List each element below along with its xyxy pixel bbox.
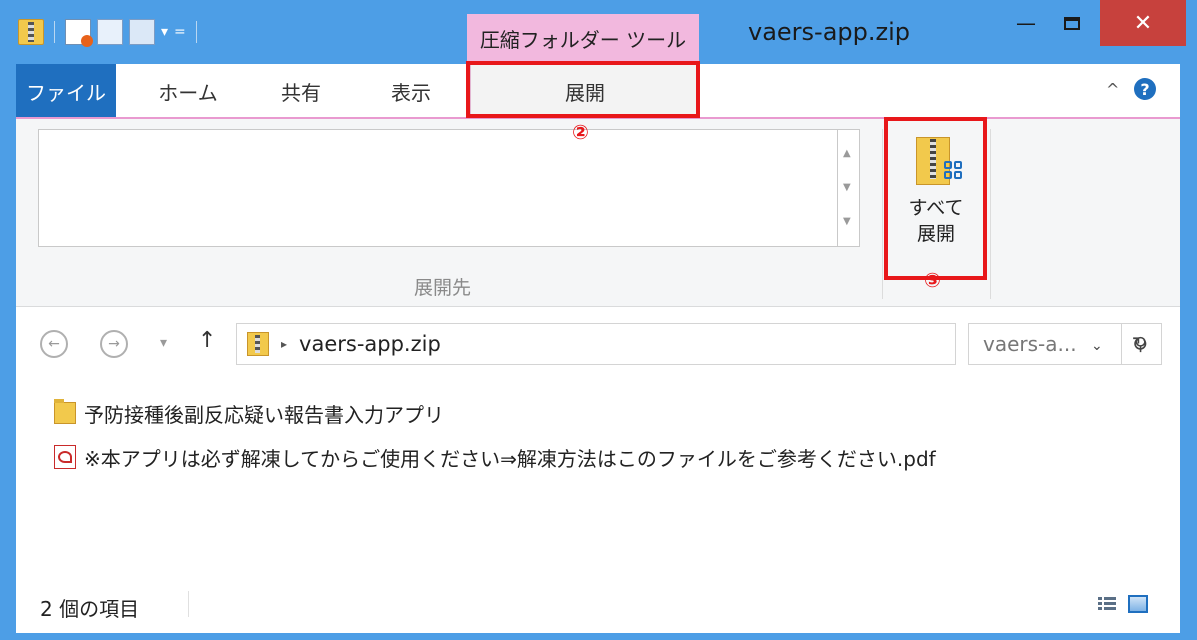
- qat-separator: [195, 21, 197, 43]
- breadcrumb-path[interactable]: vaers-app.zip: [299, 332, 441, 356]
- file-name[interactable]: 予防接種後副反応疑い報告書入力アプリ: [84, 399, 444, 428]
- item-count: 2 個の項目: [40, 597, 140, 621]
- extract-destination-list[interactable]: [38, 129, 838, 247]
- list-item[interactable]: 予防接種後副反応疑い報告書入力アプリ: [54, 397, 444, 429]
- scroll-up-icon[interactable]: ▲: [843, 148, 851, 159]
- help-icon[interactable]: ?: [1134, 78, 1156, 100]
- callout-box-extract-all: [884, 117, 987, 280]
- tab-home[interactable]: ホーム: [143, 64, 233, 118]
- maximize-button[interactable]: [1048, 0, 1096, 46]
- search-input[interactable]: vaers-a... ⚲: [968, 323, 1162, 365]
- pdf-icon: [54, 445, 76, 469]
- qat-dropdown-icon[interactable]: ▾: [161, 24, 168, 40]
- close-icon: ✕: [1133, 10, 1153, 36]
- quick-access-toolbar: ▾ =: [18, 12, 201, 52]
- maximize-icon: [1064, 16, 1080, 30]
- close-button[interactable]: ✕: [1100, 0, 1186, 46]
- callout-box-extract-tab: [466, 61, 700, 118]
- status-separator: [188, 591, 189, 617]
- tab-share[interactable]: 共有: [261, 64, 341, 118]
- back-icon[interactable]: ←: [40, 330, 68, 358]
- status-bar: 2 個の項目: [16, 575, 1180, 633]
- details-view-icon[interactable]: [1098, 597, 1116, 613]
- address-box[interactable]: ▸ vaers-app.zip ⌄ ↻: [236, 323, 1148, 365]
- group-separator: [990, 129, 991, 299]
- explorer-window: ▾ = 圧縮フォルダー ツール vaers-app.zip — ✕ ファイル ホ…: [0, 0, 1197, 640]
- ribbon-body: ▲ ▼ ▼ 展開先 すべて 展開: [16, 119, 1180, 307]
- address-bar-row: ← → ▾ ↑ ▸ vaers-app.zip ⌄ ↻ vaers-a... ⚲: [16, 307, 1180, 379]
- group-separator: [882, 129, 883, 299]
- file-list: 予防接種後副反応疑い報告書入力アプリ ※本アプリは必ず解凍してからご使用ください…: [16, 379, 1180, 575]
- search-placeholder: vaers-a...: [983, 332, 1077, 356]
- destination-scrollbar[interactable]: ▲ ▼ ▼: [838, 129, 860, 247]
- up-icon[interactable]: ↑: [198, 328, 216, 353]
- minimize-button[interactable]: —: [1004, 0, 1048, 46]
- context-tab-label: 圧縮フォルダー ツール: [467, 14, 699, 62]
- search-icon[interactable]: ⚲: [1134, 334, 1147, 355]
- extract-to-group-label: 展開先: [414, 277, 472, 299]
- scroll-more-icon[interactable]: ▼: [843, 216, 851, 227]
- tab-file[interactable]: ファイル: [16, 64, 116, 118]
- folder-icon: [54, 399, 76, 424]
- qat-separator: [54, 21, 55, 43]
- window-title: vaers-app.zip: [748, 18, 911, 46]
- properties-icon[interactable]: [65, 19, 93, 47]
- forward-icon[interactable]: →: [100, 330, 128, 358]
- list-item[interactable]: ※本アプリは必ず解凍してからご使用ください⇒解凍方法はこのファイルをご参考くださ…: [54, 441, 936, 473]
- tab-view[interactable]: 表示: [371, 64, 451, 118]
- large-icons-view-icon[interactable]: [1128, 595, 1148, 613]
- new-folder-icon[interactable]: [97, 19, 123, 45]
- recent-locations-icon[interactable]: ▾: [160, 335, 167, 351]
- title-bar[interactable]: ▾ = 圧縮フォルダー ツール vaers-app.zip — ✕: [0, 0, 1197, 64]
- minimize-icon: —: [1016, 11, 1036, 35]
- zip-folder-icon: [18, 19, 44, 45]
- scroll-down-icon[interactable]: ▼: [843, 182, 851, 193]
- callout-number-3: ③: [924, 268, 941, 292]
- breadcrumb-chevron-icon[interactable]: ▸: [281, 337, 287, 351]
- file-name[interactable]: ※本アプリは必ず解凍してからご使用ください⇒解凍方法はこのファイルをご参考くださ…: [84, 443, 936, 472]
- qat-customize-icon[interactable]: =: [174, 24, 186, 40]
- zip-folder-icon: [247, 332, 269, 356]
- collapse-ribbon-icon[interactable]: ^: [1106, 80, 1119, 99]
- callout-number-2: ②: [572, 120, 589, 144]
- pages-icon[interactable]: [129, 19, 155, 45]
